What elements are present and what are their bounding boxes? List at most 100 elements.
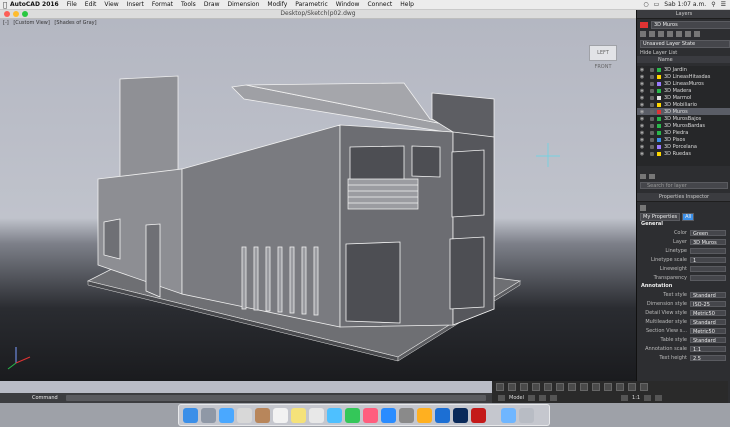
layer-color-swatch[interactable] bbox=[657, 137, 661, 142]
command-input[interactable] bbox=[66, 395, 486, 401]
layer-row[interactable]: ◉ 3D Piedra bbox=[637, 129, 730, 136]
layer-color-swatch[interactable] bbox=[657, 74, 661, 79]
annotation-visibility-icon[interactable] bbox=[621, 395, 629, 401]
view-control[interactable]: [Custom View] bbox=[13, 20, 50, 26]
layer-row[interactable]: ◉ 3D Jardin bbox=[637, 66, 730, 73]
lock-status-icon[interactable] bbox=[650, 95, 654, 100]
search-icon[interactable]: ⚲ bbox=[711, 1, 715, 8]
fullscreen-icon[interactable] bbox=[655, 395, 663, 401]
photos-icon[interactable] bbox=[417, 407, 432, 423]
model-icon[interactable] bbox=[498, 395, 505, 401]
selection-cycle-icon[interactable] bbox=[616, 383, 624, 391]
lock-status-icon[interactable] bbox=[650, 109, 654, 114]
property-value[interactable]: 1 bbox=[690, 256, 726, 263]
viewcube[interactable]: LEFT FRONT bbox=[589, 45, 617, 70]
menu-parametric[interactable]: Parametric bbox=[295, 1, 328, 8]
tab-all[interactable]: All bbox=[682, 212, 695, 221]
settings-icon[interactable] bbox=[640, 174, 646, 179]
lock-status-icon[interactable] bbox=[650, 123, 654, 128]
visual-style-control[interactable]: [Shades of Gray] bbox=[54, 20, 96, 26]
layer-color-swatch[interactable] bbox=[657, 88, 661, 93]
lock-status-icon[interactable] bbox=[650, 151, 654, 156]
dyn-icon[interactable] bbox=[580, 383, 588, 391]
layer-row[interactable]: ◉ 3D MurosBajos bbox=[637, 115, 730, 122]
snap-icon[interactable] bbox=[520, 383, 528, 391]
eye-icon[interactable]: ◉ bbox=[637, 130, 647, 136]
layer-color-swatch[interactable] bbox=[657, 151, 661, 156]
eye-icon[interactable]: ◉ bbox=[637, 109, 647, 115]
menu-insert[interactable]: Insert bbox=[127, 1, 144, 8]
layer-row[interactable]: ◉ 3D Mobiliario bbox=[637, 101, 730, 108]
layout1-icon[interactable] bbox=[528, 395, 536, 401]
eye-icon[interactable]: ◉ bbox=[637, 88, 647, 94]
lock-status-icon[interactable] bbox=[650, 74, 654, 79]
lock-icon[interactable] bbox=[676, 30, 682, 37]
layer-search-input[interactable]: Search for layer bbox=[640, 182, 728, 189]
column-name-header[interactable]: Name bbox=[658, 57, 673, 63]
freeze-icon[interactable] bbox=[667, 30, 673, 37]
layer-color-swatch[interactable] bbox=[657, 67, 661, 72]
lock-status-icon[interactable] bbox=[650, 144, 654, 149]
list-icon[interactable]: ☰ bbox=[721, 1, 726, 8]
grid-icon[interactable] bbox=[508, 383, 516, 391]
menu-edit[interactable]: Edit bbox=[85, 1, 97, 8]
property-value[interactable]: Standard bbox=[690, 318, 726, 325]
property-value[interactable] bbox=[690, 265, 726, 272]
property-value[interactable]: Metric50 bbox=[690, 309, 726, 316]
eye-icon[interactable]: ◉ bbox=[637, 102, 647, 108]
settings-status-icon[interactable] bbox=[644, 395, 652, 401]
viewport-controls[interactable]: [-] [Custom View] [Shades of Gray] bbox=[3, 20, 100, 26]
drawing-viewport[interactable]: [-] [Custom View] [Shades of Gray] LEFT … bbox=[0, 19, 636, 381]
eye-icon[interactable]: ◉ bbox=[637, 74, 647, 80]
annotation-section[interactable]: Annotation bbox=[637, 282, 730, 290]
layer-color-swatch[interactable] bbox=[657, 109, 661, 114]
menu-app[interactable]: AutoCAD 2016 bbox=[10, 1, 59, 8]
workspace-icon[interactable] bbox=[640, 383, 648, 391]
isolate-icon[interactable] bbox=[685, 30, 691, 37]
quick-select-icon[interactable] bbox=[640, 204, 646, 211]
safari-icon[interactable] bbox=[219, 407, 234, 423]
menu-dimension[interactable]: Dimension bbox=[227, 1, 259, 8]
layer-row[interactable]: ◉ 3D Ruedas bbox=[637, 150, 730, 157]
layer-color-swatch[interactable] bbox=[657, 102, 661, 107]
model-tab[interactable]: Model bbox=[509, 395, 524, 401]
downloads-folder-icon[interactable] bbox=[501, 407, 516, 423]
property-value[interactable] bbox=[690, 274, 726, 281]
wifi-icon[interactable]: ○ bbox=[643, 1, 648, 8]
menu-draw[interactable]: Draw bbox=[204, 1, 220, 8]
apple-icon[interactable]:  bbox=[0, 1, 10, 9]
layer-color-swatch[interactable] bbox=[657, 81, 661, 86]
eye-icon[interactable]: ◉ bbox=[637, 81, 647, 87]
eye-icon[interactable]: ◉ bbox=[637, 144, 647, 150]
menu-file[interactable]: File bbox=[67, 1, 77, 8]
property-value[interactable]: 3D Muros bbox=[690, 238, 726, 245]
system-preferences-icon[interactable] bbox=[399, 407, 414, 423]
eye-icon[interactable]: ◉ bbox=[637, 151, 647, 157]
layer-row[interactable]: ◉ 3D LineasMuros bbox=[637, 80, 730, 87]
property-value[interactable]: 1:1 bbox=[690, 345, 726, 352]
layer-row[interactable]: ◉ 3D Pisos bbox=[637, 136, 730, 143]
layer-row[interactable]: ◉ 3D LineasHitasdas bbox=[637, 73, 730, 80]
property-value[interactable]: 2.5 bbox=[690, 354, 726, 361]
lock-status-icon[interactable] bbox=[650, 130, 654, 135]
trash-icon[interactable] bbox=[519, 407, 534, 423]
layer-state-dropdown[interactable]: Unsaved Layer State bbox=[640, 39, 730, 48]
polar-icon[interactable] bbox=[544, 383, 552, 391]
lwt-icon[interactable] bbox=[592, 383, 600, 391]
property-value[interactable] bbox=[690, 247, 726, 254]
lock-status-icon[interactable] bbox=[650, 88, 654, 93]
layer-color-swatch[interactable] bbox=[657, 95, 661, 100]
layout-icon[interactable] bbox=[496, 383, 504, 391]
layer-row[interactable]: ◉ 3D Marmol bbox=[637, 94, 730, 101]
add-layout-icon[interactable] bbox=[550, 395, 558, 401]
app-store-icon[interactable] bbox=[381, 407, 396, 423]
menu-modify[interactable]: Modify bbox=[267, 1, 287, 8]
layout2-icon[interactable] bbox=[539, 395, 547, 401]
filter-icon[interactable] bbox=[649, 174, 655, 179]
layer-color-swatch[interactable] bbox=[657, 123, 661, 128]
messages-icon[interactable] bbox=[327, 407, 342, 423]
menu-tools[interactable]: Tools bbox=[181, 1, 196, 8]
layer-row[interactable]: ◉ 3D Muros bbox=[637, 108, 730, 115]
transparency-icon[interactable] bbox=[604, 383, 612, 391]
itunes-icon[interactable] bbox=[363, 407, 378, 423]
